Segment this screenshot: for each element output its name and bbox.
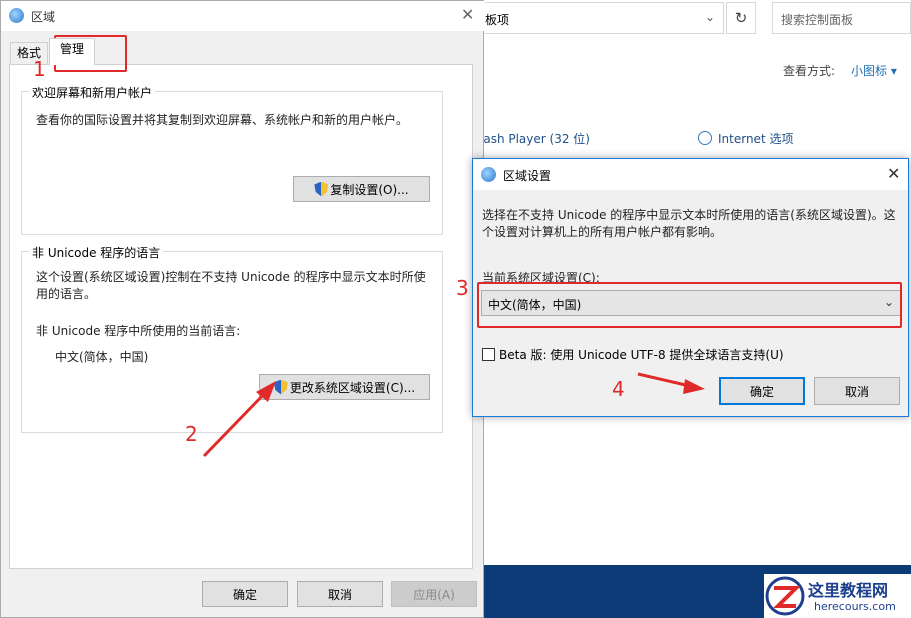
- watermark: 这里教程网 herecours.com: [764, 574, 911, 618]
- watermark-url: herecours.com: [814, 600, 896, 613]
- watermark-logo-icon: [765, 576, 805, 616]
- annotation-arrows: [202, 372, 705, 458]
- watermark-title: 这里教程网: [808, 581, 889, 600]
- tab-admin[interactable]: 管理: [49, 38, 95, 65]
- arrow-to-ok-icon: [637, 372, 705, 394]
- arrow-to-change-locale-icon: [202, 381, 276, 458]
